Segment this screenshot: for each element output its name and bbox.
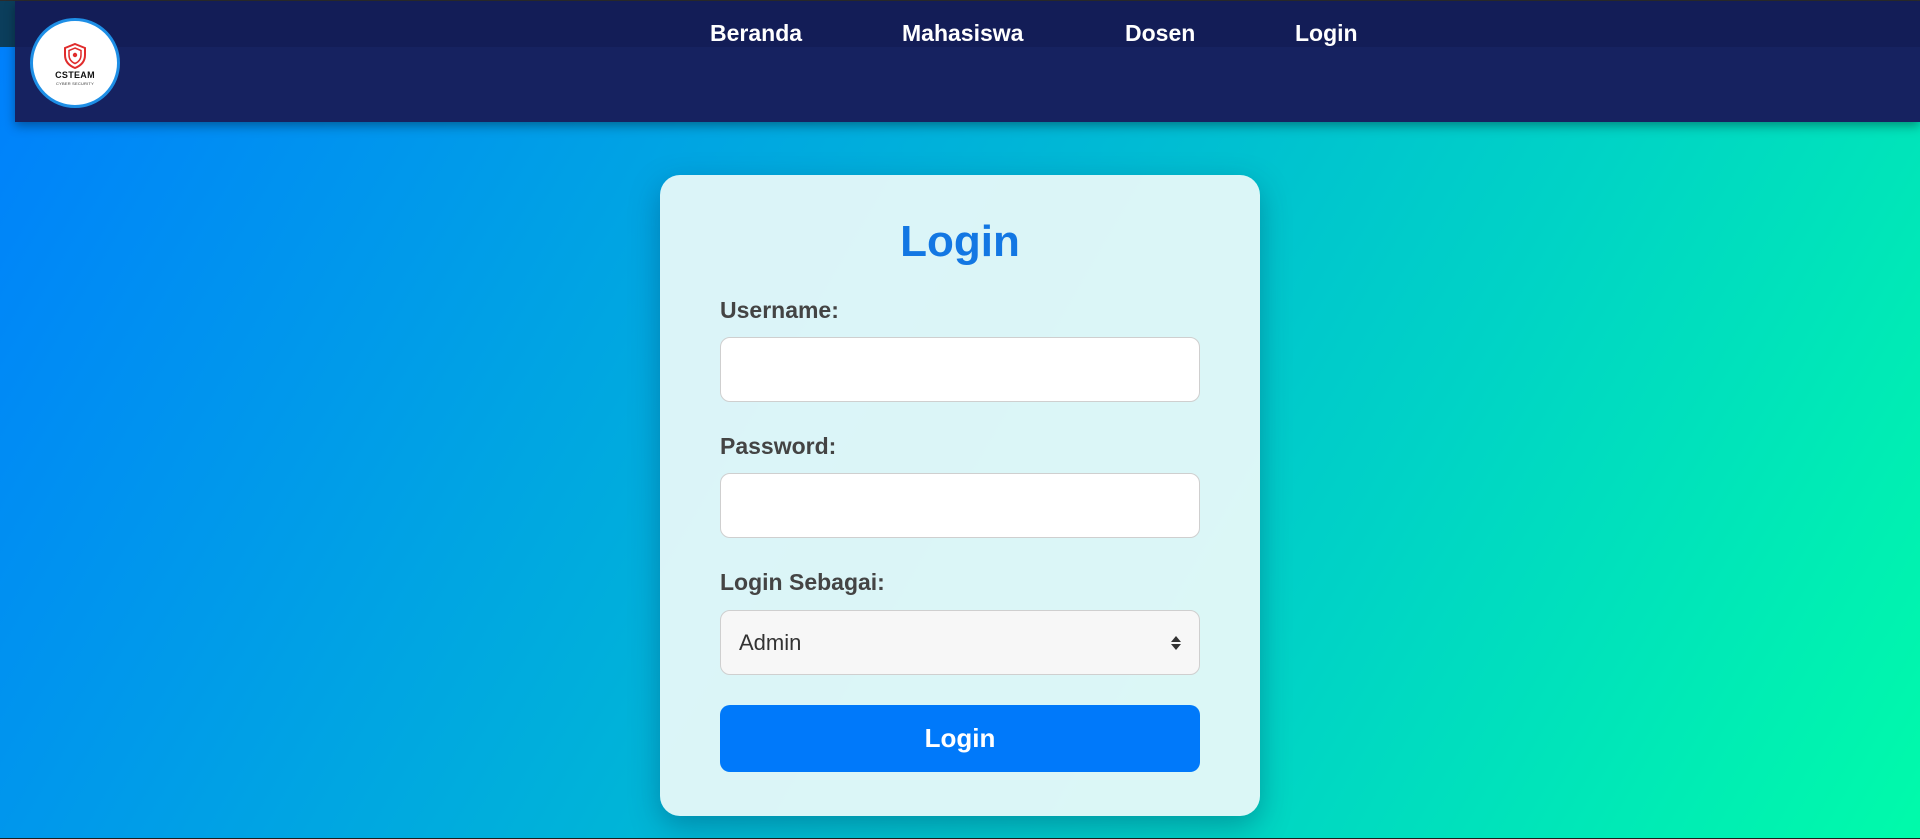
login-card: Login Username: Password: Login Sebagai:… xyxy=(660,175,1260,816)
navbar: CSTEAM CYBER SECURITY Beranda Mahasiswa … xyxy=(15,1,1920,122)
password-input[interactable] xyxy=(720,473,1200,538)
nav-item-dosen[interactable]: Dosen xyxy=(1125,20,1195,47)
page-title: Login xyxy=(900,217,1020,266)
password-label: Password: xyxy=(720,433,837,459)
logo-name: CSTEAM xyxy=(55,69,95,80)
logo-tagline: CYBER SECURITY xyxy=(56,80,94,86)
updown-arrows-icon xyxy=(1171,635,1181,650)
nav-menu: Beranda Mahasiswa Dosen Login xyxy=(15,1,1920,63)
login-button[interactable]: Login xyxy=(720,705,1200,772)
role-label: Login Sebagai: xyxy=(720,569,885,595)
role-select-value: Admin xyxy=(739,629,802,655)
nav-item-login[interactable]: Login xyxy=(1295,20,1358,47)
role-select[interactable]: Admin xyxy=(720,610,1200,675)
nav-item-mahasiswa[interactable]: Mahasiswa xyxy=(902,20,1023,47)
nav-item-beranda[interactable]: Beranda xyxy=(710,20,802,47)
username-input[interactable] xyxy=(720,337,1200,402)
left-edge-strip xyxy=(0,1,15,47)
username-label: Username: xyxy=(720,297,839,323)
